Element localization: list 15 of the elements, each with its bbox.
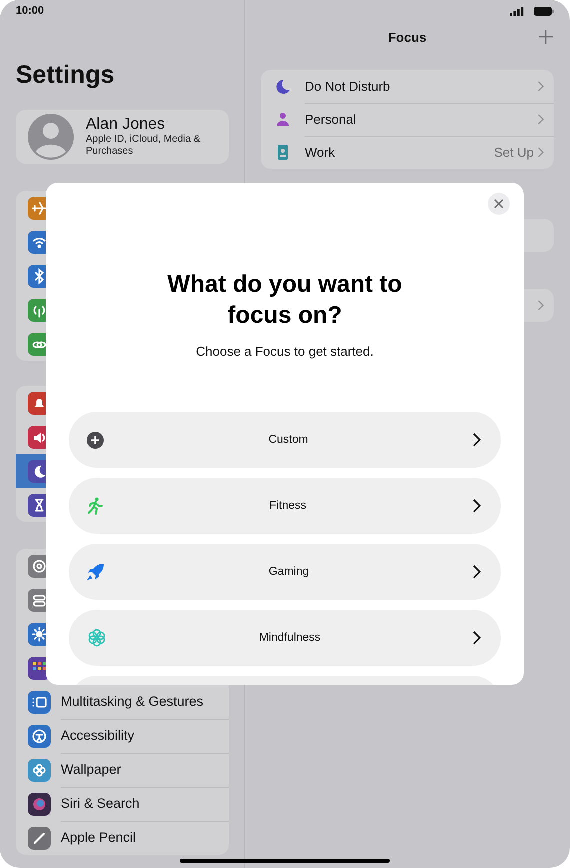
settings-label: Wallpaper: [61, 752, 229, 788]
focus-label: Personal: [305, 112, 358, 126]
profile-name: Alan Jones: [86, 116, 166, 134]
focus-label: Work: [305, 145, 336, 160]
focus-value: Set Up: [494, 145, 534, 160]
focus-title: Focus: [388, 30, 427, 44]
settings-label: Apple Pencil: [61, 829, 138, 847]
settings-label: Siri & Search: [61, 786, 229, 822]
focus-label: Do Not Disturb: [305, 78, 392, 94]
profile-subtitle: Apple ID, iCloud, Media & Purchases: [86, 134, 202, 158]
dialog-title: What do you want to focus on?: [166, 270, 404, 331]
status-time: 10:00: [16, 4, 46, 19]
settings-title: Settings: [16, 60, 116, 90]
dialog-subtitle: Choose a Focus to get started.: [196, 344, 374, 359]
settings-label: Accessibility: [61, 718, 229, 754]
